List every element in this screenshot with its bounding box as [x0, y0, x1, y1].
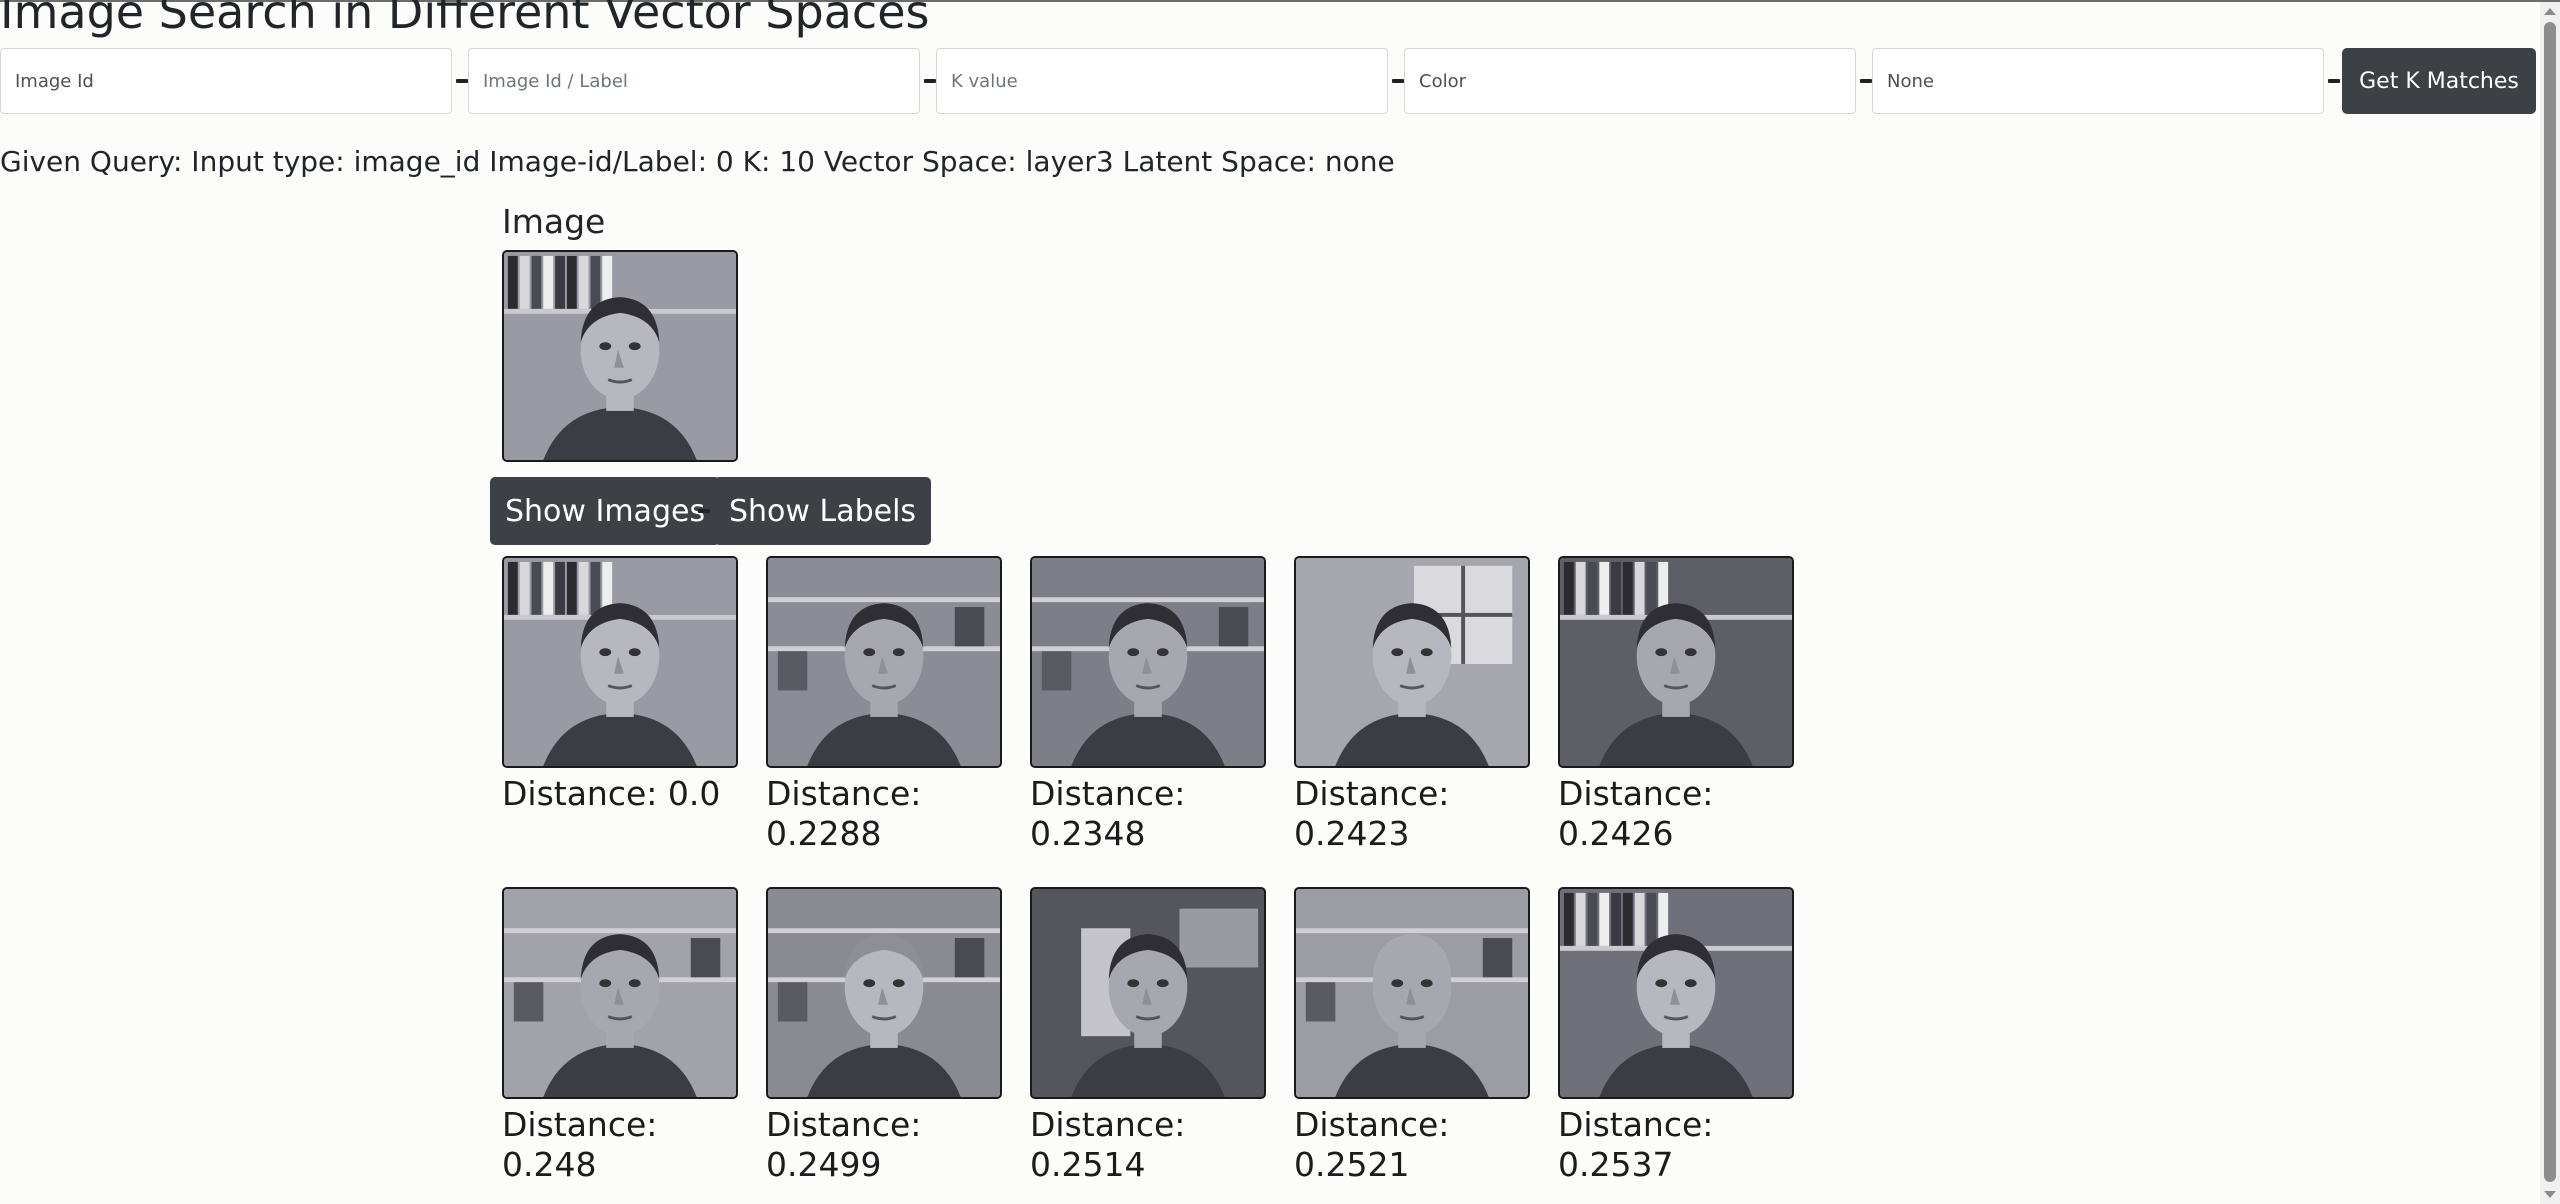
query-image-heading: Image [502, 202, 606, 241]
result-image [1294, 556, 1530, 768]
scroll-up-arrow-icon[interactable] [2544, 8, 2556, 15]
separator [2328, 79, 2340, 83]
result-distance-label: Distance: 0.0 [502, 774, 721, 813]
result-image [1030, 556, 1266, 768]
separator [1392, 79, 1404, 83]
result-image [1294, 887, 1530, 1099]
get-k-matches-button[interactable]: Get K Matches [2342, 48, 2536, 114]
given-query-summary: Given Query: Input type: image_id Image-… [0, 145, 1395, 178]
result-distance-label: Distance: 0.2423 [1294, 774, 1450, 853]
search-toolbar: Get K Matches [0, 48, 2540, 116]
image-id-label-input[interactable] [468, 48, 920, 114]
separator [456, 79, 468, 83]
result-distance-label: Distance: 0.2426 [1558, 774, 1714, 853]
result-image [1558, 887, 1794, 1099]
result-image [766, 887, 1002, 1099]
result-image [766, 556, 1002, 768]
input-type-select[interactable] [0, 48, 452, 114]
result-image [1030, 887, 1266, 1099]
result-distance-label: Distance: 0.2348 [1030, 774, 1186, 853]
latent-space-select[interactable] [1872, 48, 2324, 114]
separator [1860, 79, 1872, 83]
separator [924, 79, 936, 83]
show-images-button[interactable]: Show Images [490, 477, 721, 545]
query-image [502, 250, 738, 462]
result-distance-label: Distance: 0.2521 [1294, 1105, 1450, 1184]
result-distance-label: Distance: 0.248 [502, 1105, 658, 1184]
result-image [502, 887, 738, 1099]
result-distance-label: Distance: 0.2537 [1558, 1105, 1714, 1184]
vertical-scrollbar[interactable] [2540, 2, 2560, 1204]
result-distance-label: Distance: 0.2288 [766, 774, 922, 853]
result-image [502, 556, 738, 768]
result-image [1558, 556, 1794, 768]
show-labels-button[interactable]: Show Labels [714, 477, 932, 545]
k-value-input[interactable] [936, 48, 1388, 114]
result-distance-label: Distance: 0.2514 [1030, 1105, 1186, 1184]
page-title: Image Search in Different Vector Spaces [0, 0, 930, 39]
scroll-down-arrow-icon[interactable] [2544, 1191, 2556, 1198]
result-distance-label: Distance: 0.2499 [766, 1105, 922, 1184]
vector-space-select[interactable] [1404, 48, 1856, 114]
separator [698, 509, 710, 513]
scrollbar-thumb[interactable] [2544, 22, 2556, 1182]
